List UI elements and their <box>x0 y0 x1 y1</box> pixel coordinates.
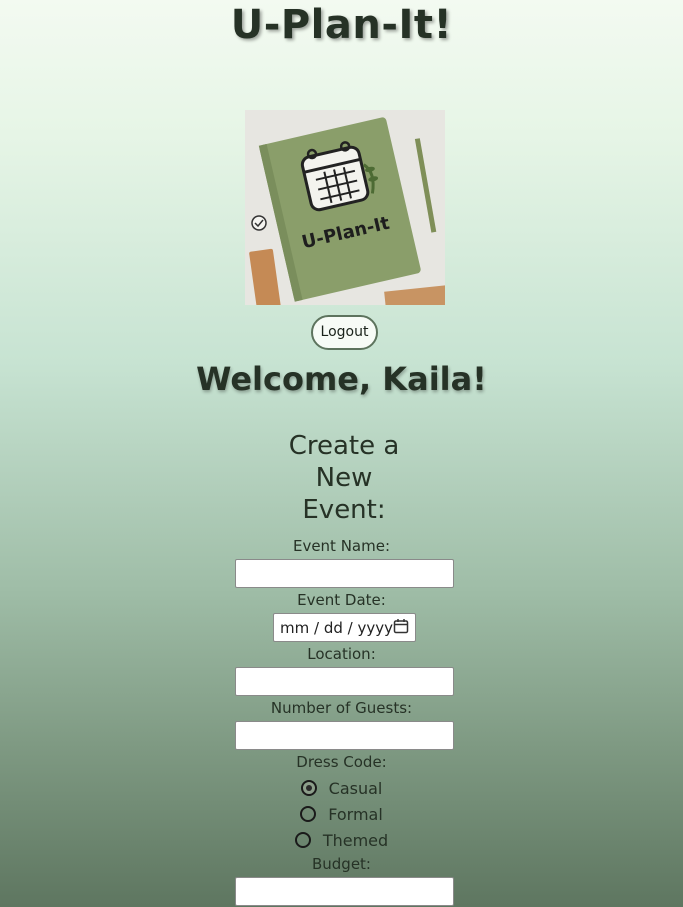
event-name-input[interactable] <box>235 559 454 588</box>
radio-casual[interactable] <box>300 780 317 796</box>
guests-input[interactable] <box>235 721 454 750</box>
location-input[interactable] <box>235 667 454 696</box>
budget-input[interactable] <box>235 877 454 906</box>
radio-formal[interactable] <box>300 806 317 822</box>
radio-label-casual: Casual <box>328 778 383 798</box>
logo-image: U-Plan-It <box>245 110 445 305</box>
app-title: U-Plan-It! <box>230 2 453 48</box>
radio-label-formal: Formal <box>328 804 383 824</box>
welcome-heading: Welcome, Kaila! <box>196 360 487 398</box>
event-date-placeholder: mm / dd / yyyy <box>280 618 393 637</box>
event-name-label: Event Name: <box>292 537 391 555</box>
dress-code-label: Dress Code: <box>296 753 387 771</box>
event-date-input[interactable]: mm / dd / yyyy <box>273 613 416 642</box>
location-label: Location: <box>307 645 376 663</box>
radio-label-themed: Themed <box>322 830 389 850</box>
event-date-label: Event Date: <box>297 591 386 609</box>
budget-label: Budget: <box>311 855 371 873</box>
form-heading-line: Event: <box>302 495 386 525</box>
guests-label: Number of Guests: <box>270 699 413 717</box>
dress-code-option-formal[interactable]: Formal <box>0 803 683 825</box>
dress-code-option-themed[interactable]: Themed <box>0 829 683 851</box>
form-heading: Create a New Event: <box>271 430 417 526</box>
radio-themed[interactable] <box>294 832 311 848</box>
dress-code-option-casual[interactable]: Casual <box>0 777 683 799</box>
logout-button[interactable]: Logout <box>311 315 378 350</box>
form-heading-line: Create a <box>288 431 400 461</box>
calendar-icon[interactable] <box>393 618 409 638</box>
form-heading-line: New <box>315 463 373 493</box>
